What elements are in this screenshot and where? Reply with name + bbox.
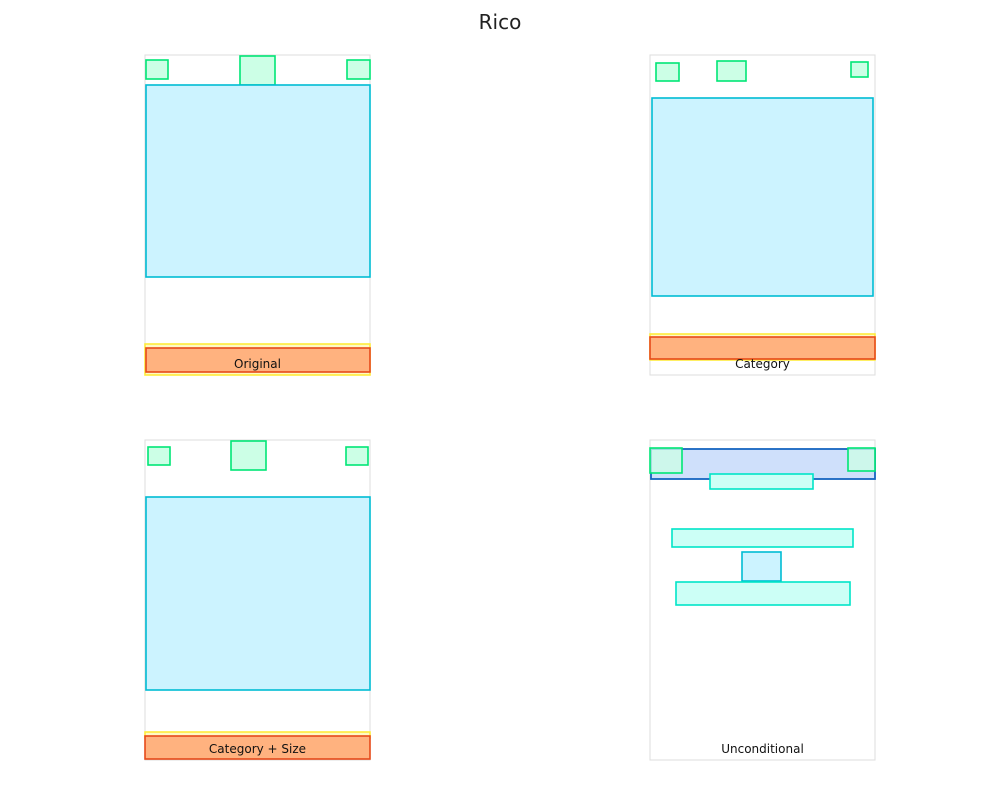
layout-box-button — [239, 55, 276, 86]
panel-label: Unconditional — [721, 742, 804, 756]
layout-box-button — [230, 440, 267, 471]
layout-box-image — [651, 97, 874, 297]
layout-box-text — [709, 473, 814, 490]
layout-figure: Original Category Category + Size Unconditi… — [144, 54, 876, 761]
panel-original: Original — [144, 54, 371, 376]
layout-box-text — [675, 581, 851, 606]
panel-unconditional: Unconditional — [649, 439, 876, 761]
layout-box-button — [145, 59, 169, 80]
layout-box-button — [655, 62, 680, 82]
panels-group: Original Category Category + Size Unconditi… — [144, 54, 876, 761]
layout-box-button — [345, 446, 369, 466]
layout-box-button — [147, 446, 171, 466]
panel-category-size: Category + Size — [144, 439, 371, 761]
layout-box-text — [671, 528, 854, 548]
layout-box-bottom-bar — [649, 336, 876, 360]
layout-box-image — [145, 84, 371, 278]
layout-box-button — [649, 447, 683, 474]
layout-box-button — [346, 59, 371, 80]
panel-label: Original — [234, 357, 281, 371]
layout-box-button — [847, 447, 876, 472]
layout-box-button — [850, 61, 869, 78]
panel-label: Category + Size — [209, 742, 306, 756]
panel-label: Category — [735, 357, 790, 371]
layout-box-image — [145, 496, 371, 691]
panel-category: Category — [649, 54, 876, 376]
layout-box-button — [716, 60, 747, 82]
layout-box-image — [741, 551, 782, 582]
